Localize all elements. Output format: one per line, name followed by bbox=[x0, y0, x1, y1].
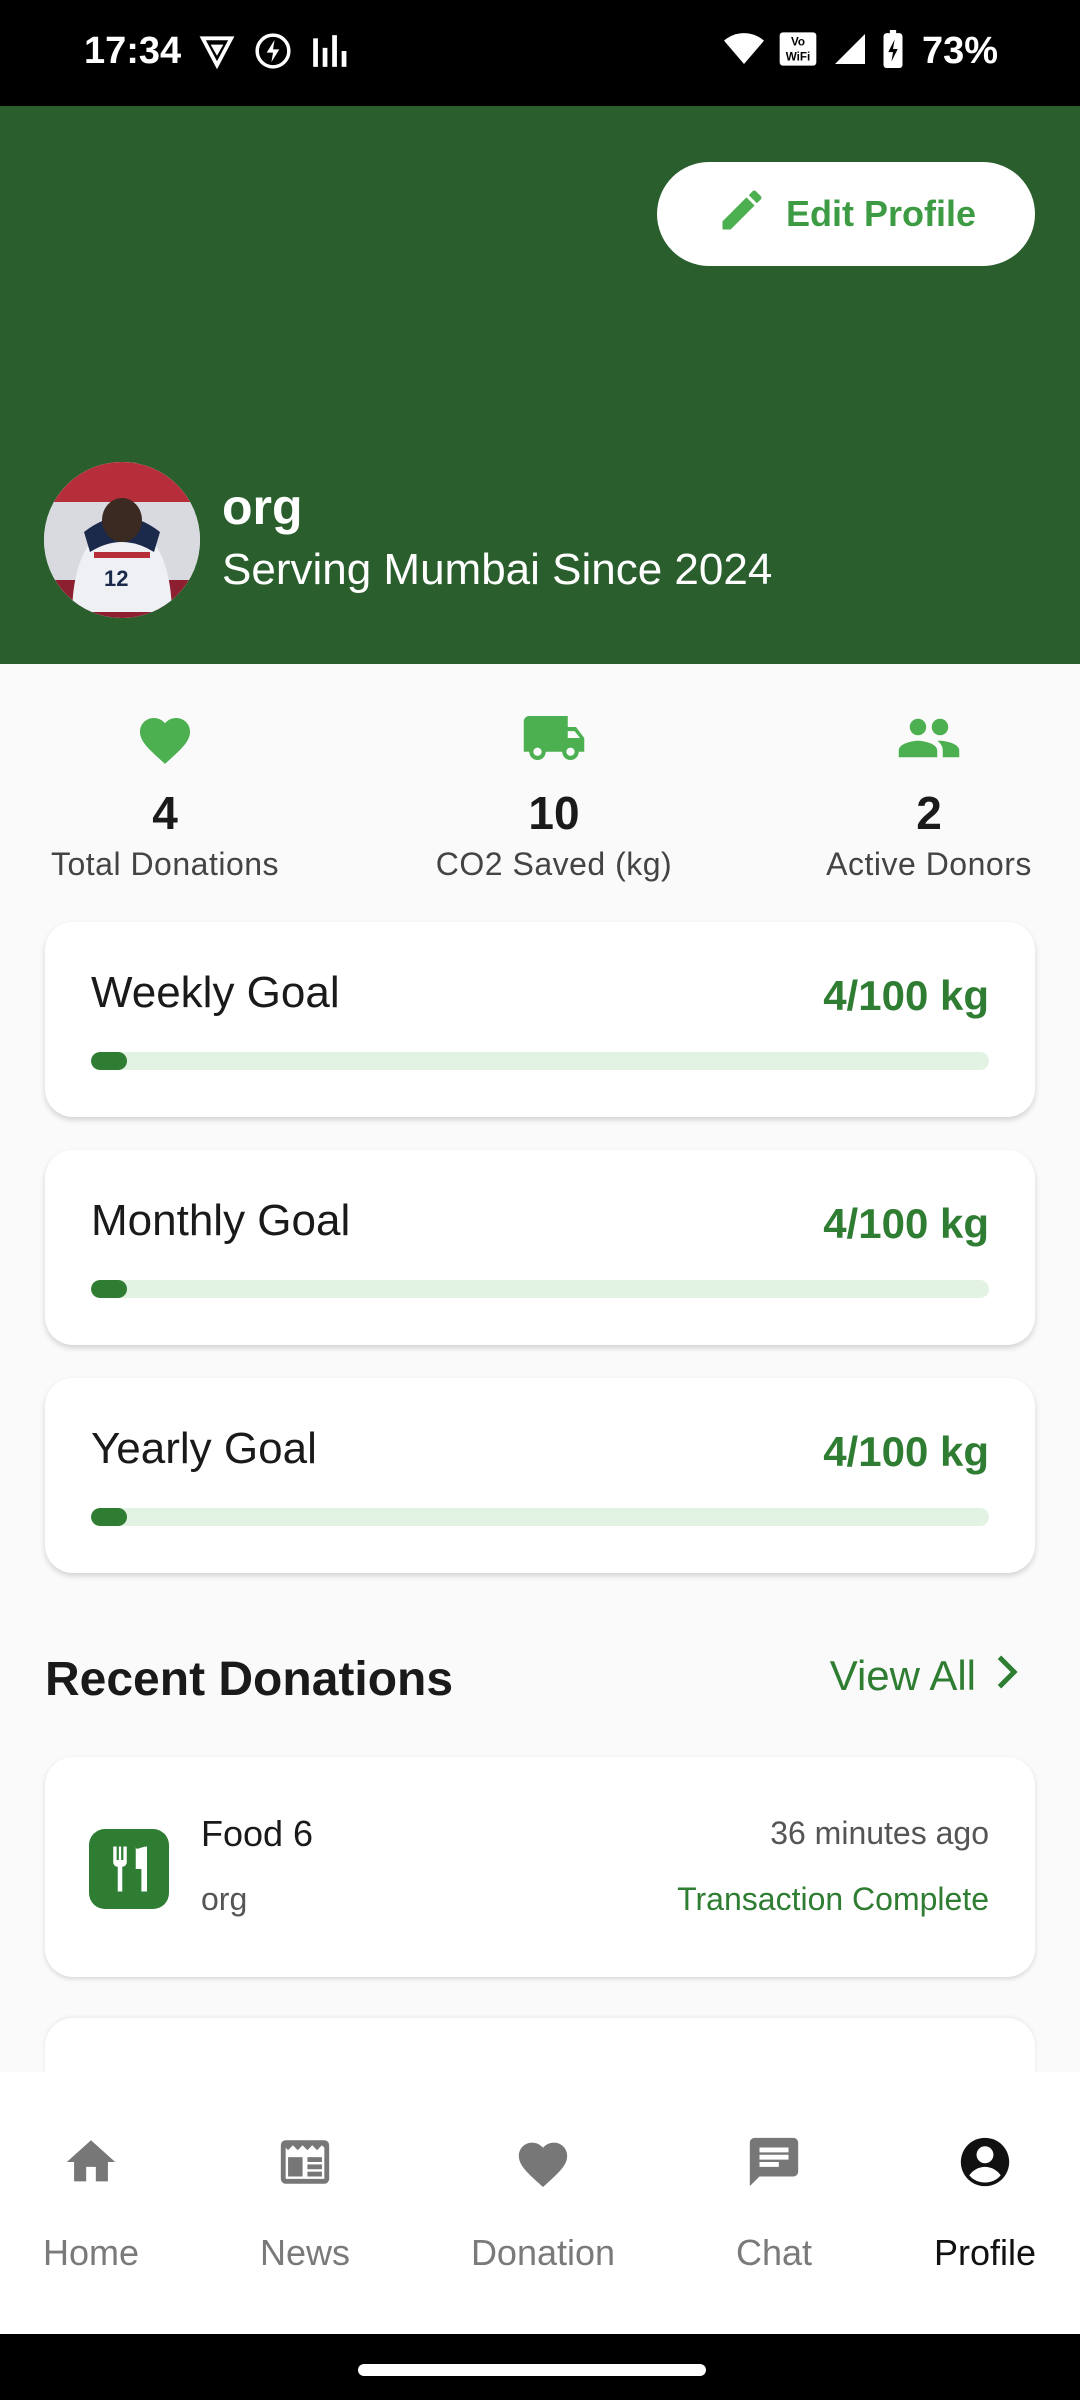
stat-label: Active Donors bbox=[826, 846, 1032, 882]
vpn-icon bbox=[198, 32, 236, 75]
gesture-bar bbox=[0, 2334, 1080, 2400]
truck-icon bbox=[521, 710, 587, 770]
svg-text:Vo: Vo bbox=[791, 36, 805, 49]
monthly-goal-card: Monthly Goal 4/100 kg bbox=[45, 1150, 1035, 1345]
cell-signal-icon bbox=[832, 31, 868, 72]
pencil-icon bbox=[716, 184, 768, 245]
nav-news[interactable]: News bbox=[205, 2136, 405, 2274]
stat-label: Total Donations bbox=[50, 846, 280, 882]
goal-progress-track bbox=[91, 1280, 989, 1298]
edit-profile-label: Edit Profile bbox=[785, 193, 977, 234]
goal-title: Yearly Goal bbox=[91, 1424, 317, 1473]
nav-donation[interactable]: Donation bbox=[443, 2136, 643, 2274]
edit-profile-button[interactable]: Edit Profile bbox=[657, 162, 1035, 266]
goal-progress-fill bbox=[91, 1508, 127, 1526]
bolt-icon bbox=[254, 32, 292, 75]
nav-label: News bbox=[259, 2232, 351, 2273]
nav-profile[interactable]: Profile bbox=[885, 2136, 1080, 2274]
goal-amount: 4/100 kg bbox=[823, 1428, 989, 1475]
people-icon bbox=[896, 710, 962, 770]
profile-name: org bbox=[222, 479, 303, 535]
nav-label: Profile bbox=[933, 2232, 1037, 2273]
svg-text:WiFi: WiFi bbox=[786, 51, 811, 64]
nav-label: Donation bbox=[470, 2232, 616, 2273]
stat-label: CO2 Saved (kg) bbox=[435, 846, 673, 882]
weekly-goal-card: Weekly Goal 4/100 kg bbox=[45, 922, 1035, 1117]
goal-progress-fill bbox=[91, 1052, 127, 1070]
donation-time: 36 minutes ago bbox=[770, 1815, 989, 1851]
heart-icon bbox=[514, 2135, 572, 2198]
goal-progress-track bbox=[91, 1052, 989, 1070]
donation-org: org bbox=[201, 1881, 248, 1917]
stat-co2-saved: 10 CO2 Saved (kg) bbox=[404, 710, 704, 883]
recent-donations-title: Recent Donations bbox=[45, 1653, 454, 1706]
nav-label: Home bbox=[42, 2232, 140, 2273]
news-icon bbox=[276, 2133, 334, 2200]
view-all-link[interactable]: View All bbox=[830, 1652, 1020, 1700]
donation-list-item-partial[interactable] bbox=[45, 2018, 1035, 2078]
goal-amount: 4/100 kg bbox=[823, 972, 989, 1019]
bottom-navigation: Home News Donation Chat Profile bbox=[0, 2072, 1080, 2334]
wifi-icon bbox=[723, 31, 764, 72]
svg-text:12: 12 bbox=[104, 566, 128, 591]
vowifi-icon: Vo WiFi bbox=[778, 30, 818, 73]
donation-status: Transaction Complete bbox=[677, 1881, 989, 1917]
view-all-label: View All bbox=[829, 1652, 976, 1699]
donation-name: Food 6 bbox=[201, 1813, 314, 1854]
nav-home[interactable]: Home bbox=[0, 2136, 191, 2274]
nav-chat[interactable]: Chat bbox=[674, 2136, 874, 2274]
avatar[interactable]: 12 bbox=[44, 462, 200, 618]
stat-value: 2 bbox=[916, 787, 942, 839]
chat-icon bbox=[745, 2133, 803, 2200]
utensils-icon bbox=[89, 1829, 169, 1909]
chevron-right-icon bbox=[992, 1652, 1020, 1700]
account-circle-icon bbox=[956, 2133, 1014, 2200]
goal-progress-fill bbox=[91, 1280, 127, 1298]
heart-icon bbox=[135, 710, 195, 770]
home-indicator[interactable] bbox=[358, 2364, 706, 2376]
goal-title: Weekly Goal bbox=[91, 968, 340, 1017]
status-time: 17:34 bbox=[84, 30, 182, 72]
stat-value: 4 bbox=[152, 787, 178, 839]
stat-value: 10 bbox=[528, 787, 580, 839]
stat-total-donations: 4 Total Donations bbox=[15, 710, 315, 883]
donation-list-item[interactable]: Food 6 org 36 minutes ago Transaction Co… bbox=[45, 1757, 1035, 1977]
goal-amount: 4/100 kg bbox=[823, 1200, 989, 1247]
stat-active-donors: 2 Active Donors bbox=[779, 710, 1079, 883]
signal-bars-icon bbox=[310, 32, 348, 75]
goal-title: Monthly Goal bbox=[91, 1196, 351, 1245]
nav-label: Chat bbox=[735, 2232, 813, 2273]
status-bar: 17:34 Vo WiFi 73% bbox=[0, 0, 1080, 106]
battery-percent: 73% bbox=[921, 30, 998, 72]
battery-charging-icon bbox=[882, 30, 904, 73]
goal-progress-track bbox=[91, 1508, 989, 1526]
home-icon bbox=[62, 2133, 120, 2200]
profile-subtitle: Serving Mumbai Since 2024 bbox=[222, 545, 773, 594]
yearly-goal-card: Yearly Goal 4/100 kg bbox=[45, 1378, 1035, 1573]
